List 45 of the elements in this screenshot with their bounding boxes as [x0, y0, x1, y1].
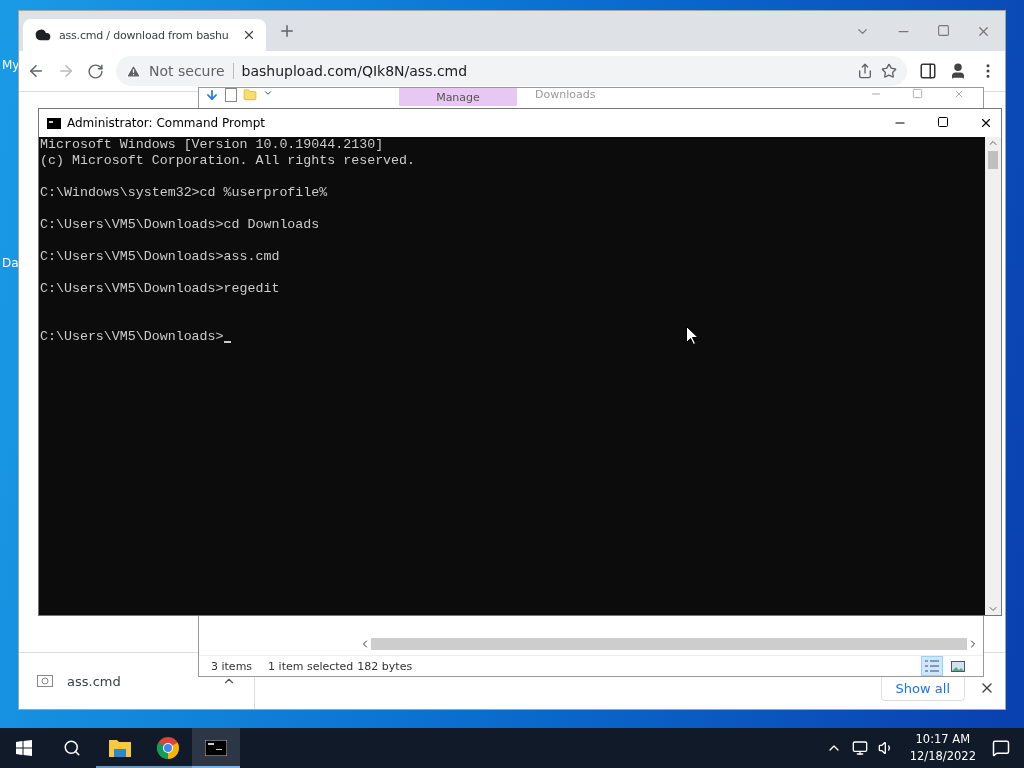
address-bar[interactable]: Not secure bashupload.com/QIk8N/ass.cmd	[116, 56, 907, 86]
console-line: C:\Users\VM5\Downloads>ass.cmd	[40, 249, 281, 265]
side-panel-icon[interactable]	[919, 62, 937, 80]
status-text: 3 items	[211, 659, 253, 673]
close-icon[interactable]	[979, 116, 993, 130]
status-text: 182 bytes	[357, 659, 413, 673]
quick-access-dropdown-icon[interactable]	[263, 88, 273, 98]
reload-icon[interactable]	[87, 62, 104, 80]
security-label[interactable]: Not secure	[149, 63, 234, 79]
ribbon-tab[interactable]: Manage	[399, 88, 517, 106]
new-tab-icon[interactable]	[278, 22, 296, 40]
console-line: C:\Users\VM5\Downloads>cd Downloads	[40, 217, 321, 233]
browser-tab[interactable]: ass.cmd / download from bashu	[23, 19, 266, 51]
console-line: C:\Users\VM5\Downloads>regedit	[40, 281, 281, 297]
warning-icon	[126, 63, 141, 79]
console-taskbar-icon[interactable]	[192, 728, 240, 768]
maximize-icon[interactable]	[937, 116, 949, 128]
status-text: 1 item selected	[268, 659, 354, 673]
console-prompt: C:\Users\VM5\Downloads>	[40, 329, 985, 345]
network-icon[interactable]	[851, 740, 868, 756]
url-text: bashupload.com/QIk8N/ass.cmd	[241, 63, 469, 79]
profile-icon[interactable]	[949, 62, 967, 80]
clock[interactable]: 10:17 AM 12/18/2022	[903, 731, 982, 765]
desktop-icon-label[interactable]: Da	[2, 256, 19, 270]
properties-icon[interactable]	[225, 88, 237, 102]
vertical-scrollbar[interactable]	[985, 137, 1001, 615]
desktop-icon-label[interactable]: My	[2, 58, 20, 72]
notification-icon[interactable]	[992, 739, 1010, 757]
share-icon[interactable]	[857, 63, 873, 79]
search-icon[interactable]	[63, 739, 81, 757]
close-tab-icon[interactable]	[242, 28, 256, 42]
window-title: Downloads	[535, 88, 596, 101]
bookmark-star-icon[interactable]	[881, 63, 897, 79]
back-icon[interactable]	[27, 62, 45, 80]
horizontal-scrollbar[interactable]	[371, 638, 967, 650]
windows-logo-icon[interactable]	[16, 740, 32, 756]
console-line: C:\Windows\system32>cd %userprofile%	[40, 185, 329, 201]
show-all-button[interactable]: Show all	[880, 675, 965, 701]
scrollbar-thumb[interactable]	[988, 151, 998, 169]
console-icon	[47, 117, 61, 129]
mouse-pointer-icon	[686, 326, 698, 345]
file-icon	[37, 675, 53, 687]
window-title: Administrator: Command Prompt	[67, 116, 265, 130]
console-line: (c) Microsoft Corporation. All rights reserved.	[40, 153, 417, 169]
console-line: Microsoft Windows [Version 10.0.19044.2130]	[40, 137, 385, 153]
